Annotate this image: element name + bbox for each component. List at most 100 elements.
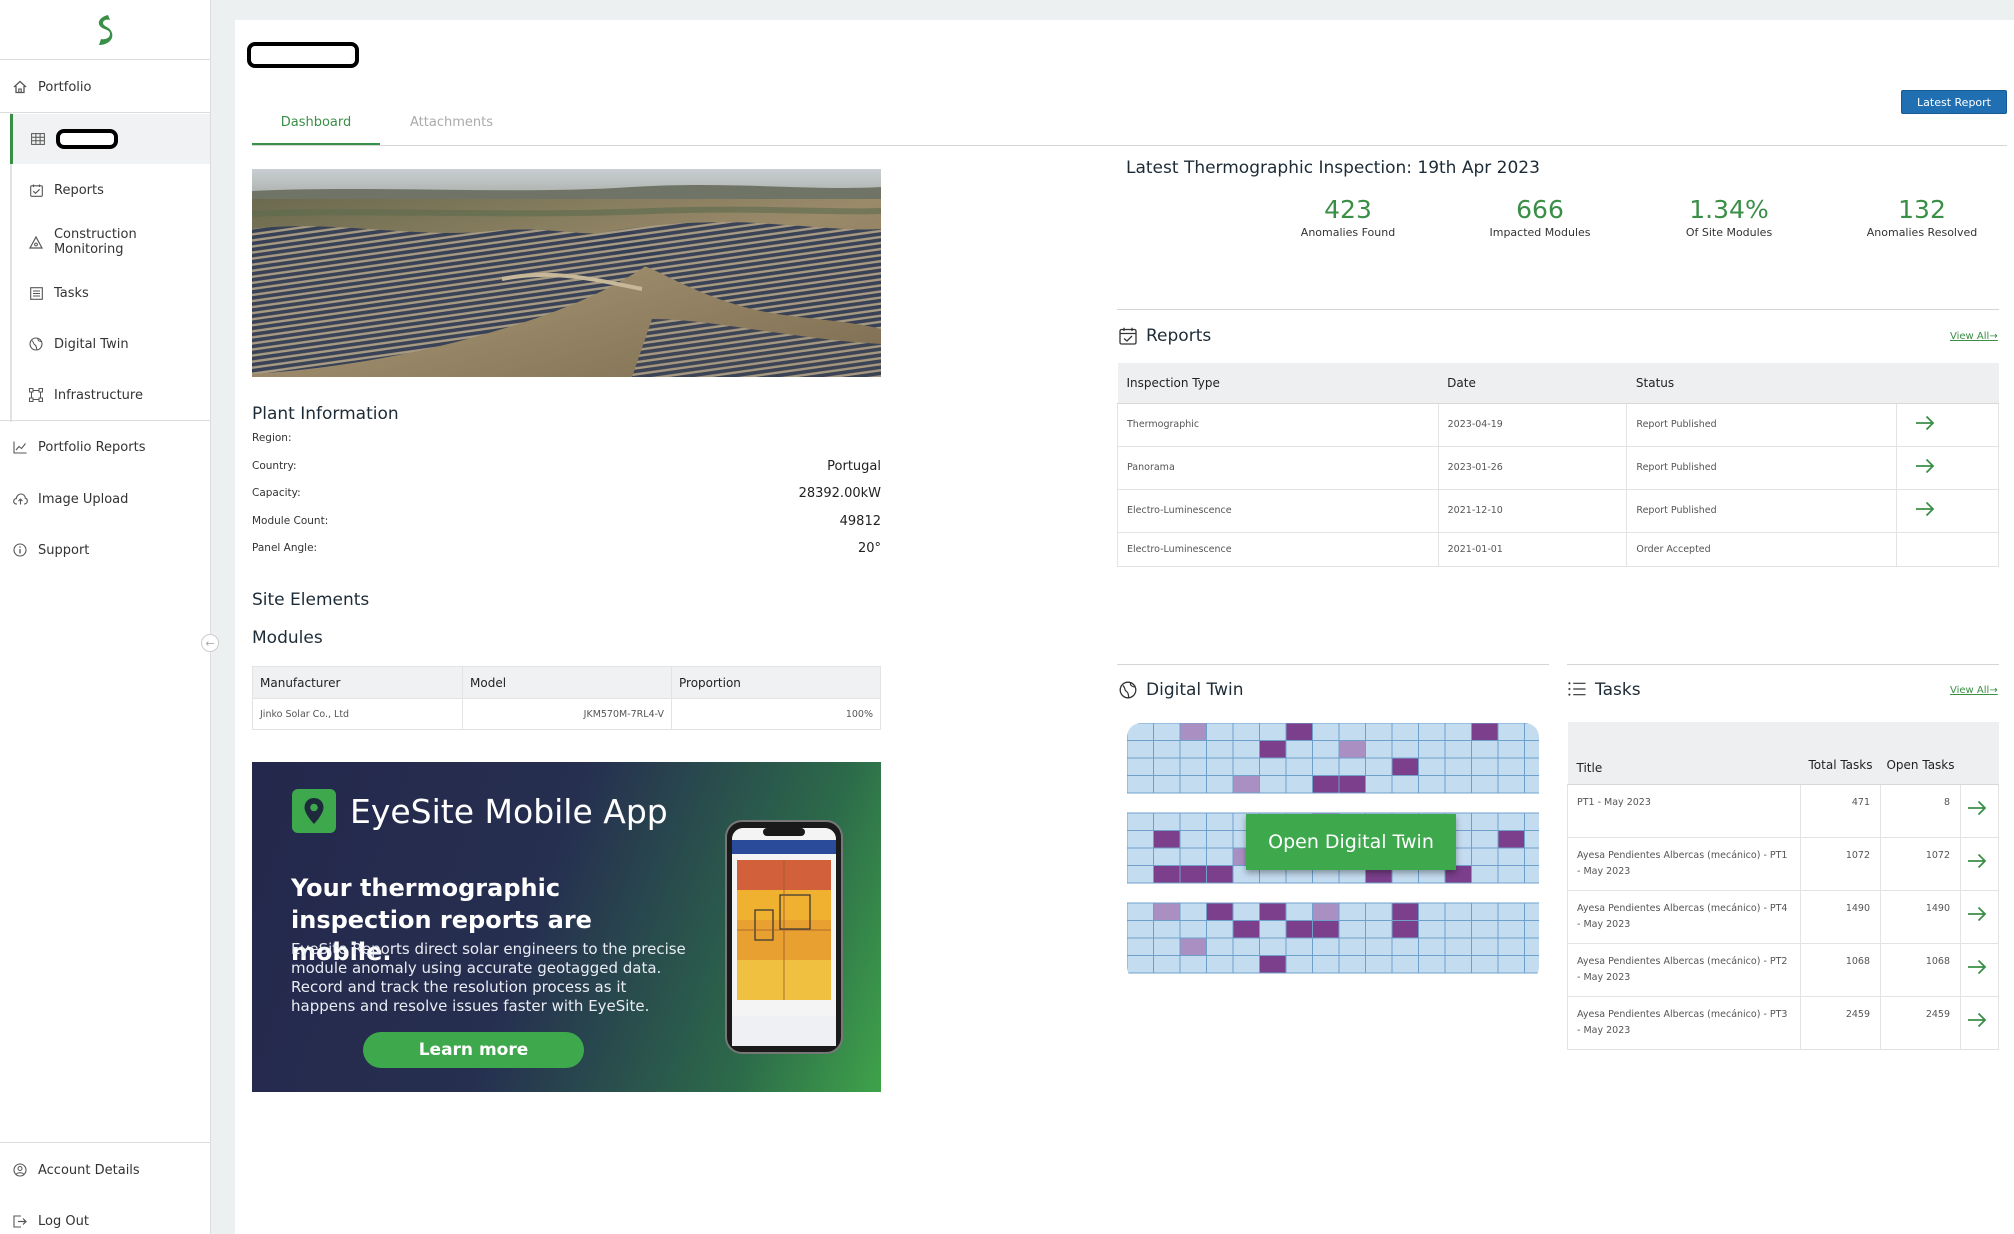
tasks-table: Title Total Tasks Open Tasks PT1 - May 2…	[1567, 722, 1999, 1050]
country-value: Portugal	[827, 459, 881, 474]
nav-portfolio[interactable]: Portfolio	[0, 67, 210, 107]
app-logo[interactable]	[0, 0, 210, 60]
table-row[interactable]: Ayesa Pendientes Albercas (mecánico) - P…	[1567, 995, 1999, 1050]
open-task-button[interactable]	[1960, 889, 1999, 944]
reports-table-header: Inspection Type Date Status	[1117, 363, 1999, 404]
grid-map-icon	[30, 131, 46, 147]
table-row[interactable]: Electro-Luminescence 2021-12-10 Report P…	[1117, 488, 1999, 533]
total-tasks-cell: 471	[1800, 783, 1881, 838]
banner-title: EyeSite Mobile App	[350, 792, 668, 831]
tasks-table-header: Title Total Tasks Open Tasks	[1567, 722, 1999, 785]
tab-bar: Dashboard Attachments	[252, 90, 2007, 146]
plant-info-panel-angle: Panel Angle: 20°	[252, 538, 881, 564]
open-tasks-cell: 1072	[1880, 836, 1961, 891]
open-task-button[interactable]	[1960, 942, 1999, 997]
nav-construction-monitoring[interactable]: Construction Monitoring	[0, 222, 210, 262]
table-row[interactable]: Ayesa Pendientes Albercas (mecánico) - P…	[1567, 889, 1999, 944]
nav-support[interactable]: Support	[0, 530, 210, 570]
kpi-impacted-modules: 666 Impacted Modules	[1460, 195, 1620, 239]
open-report-button[interactable]	[1896, 445, 1999, 490]
kpi-value: 132	[1898, 195, 1946, 224]
reports-view-all-link[interactable]: View All→	[1950, 331, 1998, 342]
table-row[interactable]: PT1 - May 2023 471 8	[1567, 783, 1999, 838]
nav-reports-label: Reports	[54, 182, 104, 198]
date-cell: 2021-01-01	[1437, 531, 1628, 567]
total-tasks-cell: 1072	[1800, 836, 1881, 891]
plant-information-title: Plant Information	[252, 404, 399, 424]
list-icon	[1568, 681, 1586, 699]
nav-tasks[interactable]: Tasks	[0, 273, 210, 313]
nav-reports[interactable]: Reports	[0, 170, 210, 210]
open-task-button[interactable]	[1960, 995, 1999, 1050]
open-digital-twin-button[interactable]: Open Digital Twin	[1246, 814, 1456, 870]
view-all-label: View All	[1950, 331, 1990, 342]
nav-infrastructure[interactable]: Infrastructure	[0, 375, 210, 415]
vector-square-icon	[28, 387, 44, 403]
tab-dashboard[interactable]: Dashboard	[252, 115, 380, 145]
nav-current-site[interactable]	[10, 114, 210, 164]
tab-attachments[interactable]: Attachments	[410, 115, 493, 145]
plant-info-module-count: Module Count: 49812	[252, 511, 881, 537]
module-count-value: 49812	[839, 514, 881, 529]
arrow-right-icon	[1916, 501, 1935, 517]
nav-account-details[interactable]: Account Details	[0, 1150, 210, 1190]
reports-table: Inspection Type Date Status Thermographi…	[1117, 363, 1999, 567]
table-row[interactable]: Panorama 2023-01-26 Report Published	[1117, 445, 1999, 490]
eyesite-mobile-app-banner[interactable]: EyeSite Mobile App Your thermographic in…	[252, 762, 881, 1092]
table-row[interactable]: Ayesa Pendientes Albercas (mecánico) - P…	[1567, 836, 1999, 891]
modules-table: Manufacturer Model Proportion Jinko Sola…	[252, 666, 881, 730]
reports-divider	[1117, 309, 1999, 310]
nav-tasks-label: Tasks	[54, 285, 89, 301]
arrow-right-icon	[1968, 1012, 1987, 1027]
globe-icon	[28, 336, 44, 352]
learn-more-button[interactable]: Learn more	[363, 1032, 584, 1068]
kpi-caption: Anomalies Found	[1300, 226, 1396, 239]
nav-infrastructure-label: Infrastructure	[54, 387, 143, 403]
nav-portfolio-reports[interactable]: Portfolio Reports	[0, 427, 210, 467]
model-cell: JKM570M-7RL4-V	[462, 698, 672, 730]
open-task-button[interactable]	[1960, 836, 1999, 891]
table-row[interactable]: Ayesa Pendientes Albercas (mecánico) - P…	[1567, 942, 1999, 997]
reports-panel-header: Reports	[1119, 326, 1211, 346]
kpi-value: 1.34%	[1689, 195, 1769, 224]
table-row[interactable]: Thermographic 2023-04-19 Report Publishe…	[1117, 402, 1999, 447]
nav-log-out[interactable]: Log Out	[0, 1201, 210, 1234]
nav-digital-twin[interactable]: Digital Twin	[0, 324, 210, 364]
tasks-view-all-link[interactable]: View All→	[1950, 685, 1998, 696]
inspection-type-cell: Electro-Luminescence	[1117, 488, 1439, 533]
module-count-label: Module Count:	[252, 515, 329, 527]
open-task-button[interactable]	[1960, 783, 1999, 838]
plant-aerial-photo	[252, 169, 881, 377]
capacity-label: Capacity:	[252, 487, 301, 499]
arrow-right-icon: →	[1989, 331, 1998, 342]
collapse-sidebar-button[interactable]: ←	[201, 634, 219, 652]
column-header-total-tasks: Total Tasks	[1800, 722, 1881, 785]
status-cell: Report Published	[1626, 445, 1898, 490]
arrow-right-icon	[1968, 800, 1987, 815]
plant-info-capacity: Capacity: 28392.00kW	[252, 483, 881, 509]
column-header-model: Model	[462, 666, 672, 699]
calendar-icon	[1119, 327, 1137, 345]
user-circle-icon	[12, 1162, 28, 1178]
nav-portfolio-reports-label: Portfolio Reports	[38, 439, 146, 455]
date-cell: 2021-12-10	[1437, 488, 1628, 533]
main-content: Dashboard Attachments Latest Report Plan…	[235, 20, 2014, 1234]
table-row: Electro-Luminescence 2021-01-01 Order Ac…	[1117, 531, 1999, 567]
task-title-cell: Ayesa Pendientes Albercas (mecánico) - P…	[1567, 836, 1801, 891]
digital-twin-title: Digital Twin	[1146, 680, 1244, 700]
nav-portfolio-label: Portfolio	[38, 79, 92, 95]
modules-table-header: Manufacturer Model Proportion	[252, 666, 881, 699]
column-header-manufacturer: Manufacturer	[252, 666, 463, 699]
warning-triangle-icon	[28, 234, 44, 250]
nav-image-upload[interactable]: Image Upload	[0, 479, 210, 519]
latest-report-button[interactable]: Latest Report	[1901, 90, 2007, 114]
chart-line-icon	[12, 439, 28, 455]
nav-account-details-label: Account Details	[38, 1162, 140, 1178]
latest-inspection-title: Latest Thermographic Inspection: 19th Ap…	[1126, 158, 1540, 178]
open-report-button[interactable]	[1896, 402, 1999, 447]
kpi-caption: Of Site Modules	[1685, 226, 1773, 239]
open-tasks-cell: 1490	[1880, 889, 1961, 944]
cloud-upload-icon	[12, 491, 28, 507]
open-report-button[interactable]	[1896, 488, 1999, 533]
column-header-date: Date	[1438, 363, 1627, 404]
